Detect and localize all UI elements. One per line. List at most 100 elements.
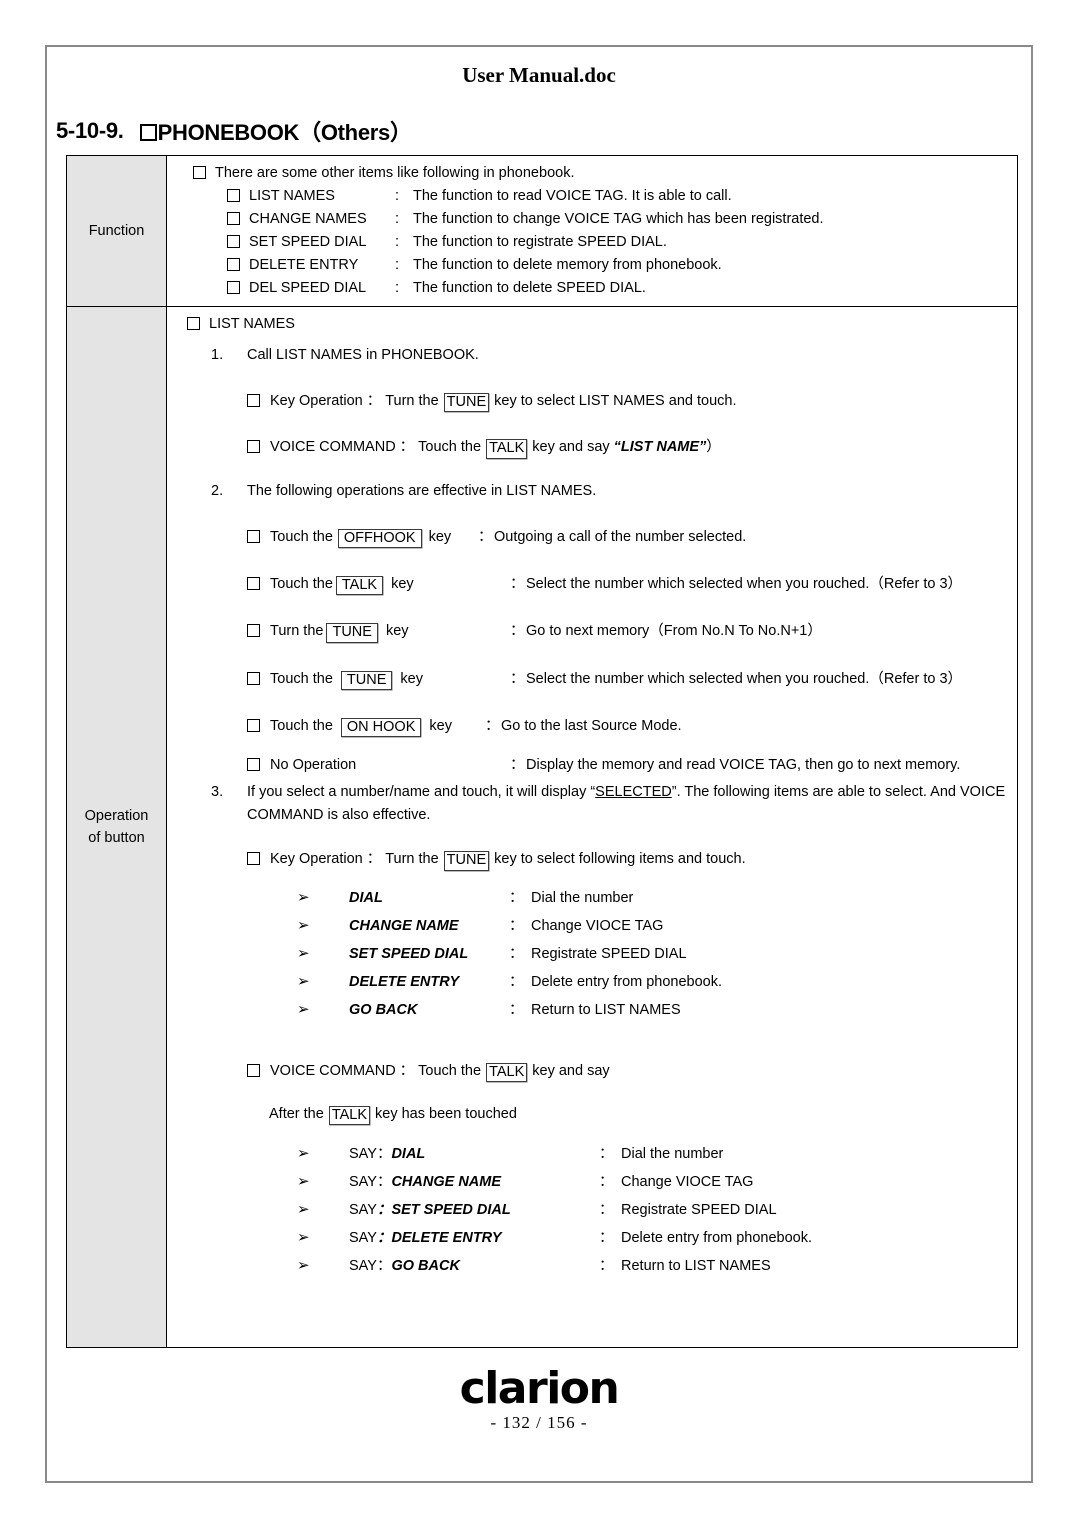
tune-key[interactable]: TUNE bbox=[326, 623, 378, 643]
say-item-desc: Return to LIST NAMES bbox=[621, 1258, 771, 1275]
tune-key[interactable]: TUNE bbox=[443, 393, 490, 413]
row-desc: Display the memory and read VOICE TAG, t… bbox=[526, 757, 961, 774]
say-list-item[interactable]: ➢ SAY：SET SPEED DIAL ： Registrate SPEED … bbox=[297, 1198, 1011, 1219]
row-action: Turn the bbox=[270, 623, 324, 640]
function-item-desc: The function to delete SPEED DIAL. bbox=[413, 280, 646, 296]
step2-row: Touch the OFFHOOK key ： Outgoing a call … bbox=[247, 525, 1011, 549]
voice-command-label: VOICE COMMAND bbox=[270, 1062, 396, 1079]
arrow-bullet-icon: ➢ bbox=[297, 1228, 310, 1247]
say-item-name: ：DELETE ENTRY bbox=[376, 1230, 502, 1247]
row-tail: key bbox=[385, 623, 409, 640]
page-frame: User Manual.doc 5-10-9. PHONEBOOK（Others… bbox=[45, 45, 1033, 1483]
checkbox-icon bbox=[247, 758, 260, 772]
arrow-bullet-icon: ➢ bbox=[297, 915, 310, 934]
say-list-item[interactable]: ➢ SAY：CHANGE NAME ： Change VIOCE TAG bbox=[297, 1170, 1011, 1191]
offhook-key[interactable]: OFFHOOK bbox=[337, 528, 422, 549]
arrow-bullet-icon: ➢ bbox=[297, 1144, 310, 1163]
step-text: The following operations are effective i… bbox=[247, 482, 597, 499]
checkbox-icon bbox=[247, 718, 260, 732]
dial-item-desc: Delete entry from phonebook. bbox=[531, 973, 723, 990]
after-talk-line: After the TALK key has been touched bbox=[269, 1105, 1011, 1126]
colon: ： bbox=[485, 717, 500, 734]
key-operation-before: Turn the bbox=[385, 393, 439, 410]
colon: ： bbox=[509, 1001, 524, 1018]
say-item-name: ：SET SPEED DIAL bbox=[376, 1202, 511, 1219]
row-action: Touch the bbox=[270, 670, 333, 687]
clarion-logo: clarion bbox=[459, 1363, 620, 1414]
say-list-item[interactable]: ➢ SAY：GO BACK ： Return to LIST NAMES bbox=[297, 1254, 1011, 1275]
colon: ： bbox=[510, 670, 525, 687]
talk-key[interactable]: TALK bbox=[486, 1062, 528, 1082]
step2-row: Touch the TUNE key ： Select the number w… bbox=[247, 667, 1011, 690]
row-action: No Operation bbox=[270, 757, 357, 774]
row-desc: Outgoing a call of the number selected. bbox=[494, 528, 747, 545]
dial-item-desc: Dial the number bbox=[531, 889, 634, 906]
checkbox-icon bbox=[247, 529, 260, 543]
say-list-item[interactable]: ➢ SAY：DELETE ENTRY ： Delete entry from p… bbox=[297, 1226, 1011, 1247]
function-item: CHANGE NAMES : The function to change VO… bbox=[227, 210, 1011, 227]
operation-heading-line: LIST NAMES bbox=[187, 315, 1011, 332]
tune-key[interactable]: TUNE bbox=[340, 670, 393, 690]
row-action: Touch the bbox=[270, 717, 333, 734]
colon: ： bbox=[366, 393, 382, 410]
colon: ： bbox=[509, 889, 524, 906]
dial-list-item[interactable]: ➢ SET SPEED DIAL ： Registrate SPEED DIAL bbox=[297, 942, 1011, 963]
row-tail: key bbox=[429, 717, 452, 734]
colon: : bbox=[395, 280, 400, 296]
checkbox-icon bbox=[247, 1063, 260, 1077]
tune-key[interactable]: TUNE bbox=[443, 851, 490, 871]
function-item-name: CHANGE NAMES bbox=[249, 211, 367, 227]
operation-content: LIST NAMES 1. Call LIST NAMES in PHONEBO… bbox=[167, 307, 1017, 1347]
checkbox-icon bbox=[247, 852, 260, 866]
key-operation-after: key to select following items and touch. bbox=[494, 851, 746, 868]
row-label-operation: Operation of button bbox=[67, 307, 167, 1347]
dial-item-desc: Return to LIST NAMES bbox=[531, 1001, 681, 1018]
key-operation-label: Key Operation bbox=[270, 393, 363, 410]
function-item-name: DELETE ENTRY bbox=[249, 257, 359, 273]
talk-key[interactable]: TALK bbox=[486, 439, 528, 459]
say-list-item[interactable]: ➢ SAY：DIAL ： Dial the number bbox=[297, 1142, 1011, 1163]
step2-row: Turn the TUNE key ： Go to next memory（Fr… bbox=[247, 619, 1011, 643]
say-prefix: SAY bbox=[349, 1230, 377, 1247]
colon: ： bbox=[478, 528, 493, 545]
dial-list-item[interactable]: ➢ DELETE ENTRY ： Delete entry from phone… bbox=[297, 970, 1011, 991]
colon: ： bbox=[599, 1146, 614, 1163]
colon: ： bbox=[399, 439, 415, 456]
row-desc: Select the number which selected when yo… bbox=[526, 576, 963, 593]
step1-voice-command: VOICE COMMAND ： Touch the TALK key and s… bbox=[247, 435, 1011, 459]
say-item-name: DIAL bbox=[391, 1146, 426, 1163]
dial-list-item[interactable]: ➢ CHANGE NAME ： Change VIOCE TAG bbox=[297, 914, 1011, 935]
colon: : bbox=[395, 257, 400, 273]
say-item-name: GO BACK bbox=[391, 1258, 460, 1275]
key-operation-after: key to select LIST NAMES and touch. bbox=[494, 393, 737, 410]
function-item: DELETE ENTRY : The function to delete me… bbox=[227, 256, 1011, 273]
checkbox-icon bbox=[227, 258, 240, 271]
colon: : bbox=[395, 234, 400, 250]
dial-list-item[interactable]: ➢ DIAL ： Dial the number bbox=[297, 886, 1011, 907]
colon: ： bbox=[509, 945, 524, 962]
function-item-name: DEL SPEED DIAL bbox=[249, 280, 367, 296]
row-action: Touch the bbox=[270, 576, 333, 593]
say-prefix: SAY： bbox=[349, 1174, 392, 1191]
talk-key[interactable]: TALK bbox=[335, 576, 384, 596]
operation-step-3: 3. If you select a number/name and touch… bbox=[211, 781, 1011, 827]
dial-item-name: SET SPEED DIAL bbox=[349, 945, 469, 962]
table-row-operation: Operation of button LIST NAMES 1. Call L… bbox=[67, 306, 1017, 1347]
voice-command-before: Touch the bbox=[418, 439, 482, 456]
colon: ： bbox=[510, 757, 525, 774]
colon: ： bbox=[599, 1202, 614, 1219]
row-label-operation-line2: of button bbox=[88, 830, 145, 846]
dial-item-desc: Registrate SPEED DIAL bbox=[531, 945, 687, 962]
say-item-name: CHANGE NAME bbox=[391, 1174, 502, 1191]
on-hook-key[interactable]: ON HOOK bbox=[340, 717, 422, 738]
dial-list-item[interactable]: ➢ GO BACK ： Return to LIST NAMES bbox=[297, 998, 1011, 1019]
section-title: PHONEBOOK（Others） bbox=[157, 120, 412, 145]
colon: ： bbox=[599, 1258, 614, 1275]
voice-command-before: Touch the bbox=[418, 1062, 482, 1079]
page-footer: clarion - 132 / 156 - bbox=[47, 1367, 1031, 1433]
function-item-desc: The function to read VOICE TAG. It is ab… bbox=[413, 188, 732, 204]
colon: ： bbox=[510, 623, 525, 640]
voice-command-after: key and say bbox=[532, 439, 610, 456]
talk-key[interactable]: TALK bbox=[328, 1105, 371, 1126]
colon: ： bbox=[399, 1062, 415, 1079]
